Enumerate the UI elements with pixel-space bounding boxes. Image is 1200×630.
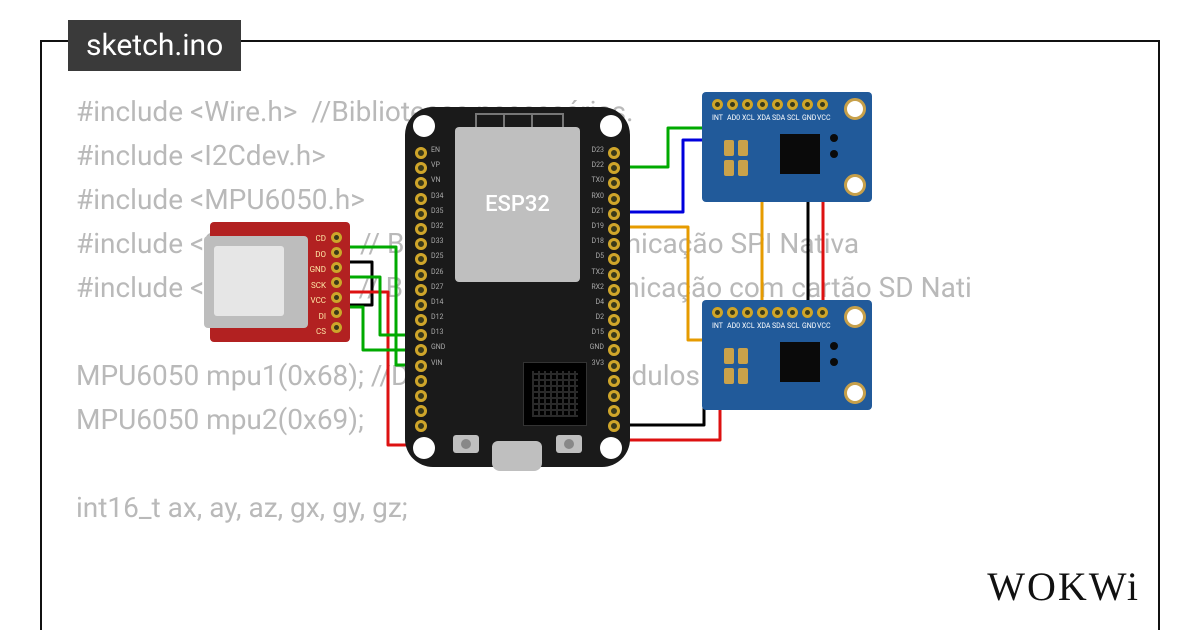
boot-button[interactable] bbox=[556, 435, 582, 453]
pin-header-left[interactable] bbox=[415, 147, 427, 432]
esp32-board[interactable]: ESP32 ENVPVND34D35D32D33D25D26D27D14D12D… bbox=[405, 107, 630, 467]
pin-labels-left: ENVPVND34D35D32D33D25D26D27D14D12D13GNDV… bbox=[431, 147, 445, 367]
mpu2-labels: INTAD0XCLXDASDASCLGNDVCC bbox=[712, 322, 828, 330]
mpu6050-module-2[interactable]: INTAD0XCLXDASDASCLGNDVCC bbox=[702, 300, 872, 410]
sd-labels: CDDOGNDSCKVCCDICS bbox=[310, 233, 326, 337]
usb-port-icon bbox=[492, 441, 542, 471]
pin-labels-right: D23D22TX0RX0D21D19D18D5TX2RX2D4D2D15GND3… bbox=[590, 147, 604, 367]
file-tab[interactable]: sketch.ino bbox=[68, 20, 241, 71]
wokwi-logo: WOKWi bbox=[987, 563, 1140, 610]
code-line: int16_t ax, ay, az, gx, gy, gz; bbox=[76, 491, 408, 524]
esp32-shield: ESP32 bbox=[455, 127, 580, 282]
mpu1-labels: INTAD0XCLXDASDASCLGNDVCC bbox=[712, 114, 828, 122]
mpu6050-module-1[interactable]: INTAD0XCLXDASDASCLGNDVCC bbox=[702, 92, 872, 202]
mpu2-pins[interactable] bbox=[712, 307, 828, 318]
code-line: #include <MPU6050.h> bbox=[76, 183, 365, 216]
chip-icon bbox=[523, 362, 587, 426]
chip-icon bbox=[780, 342, 820, 382]
code-line: MPU6050 mpu2(0x69); bbox=[76, 403, 364, 436]
mpu1-pins[interactable] bbox=[712, 99, 828, 110]
chip-icon bbox=[780, 134, 820, 174]
sd-slot-icon bbox=[204, 236, 308, 328]
sd-pins[interactable] bbox=[331, 232, 342, 333]
reset-button[interactable] bbox=[453, 435, 479, 453]
sd-card-module[interactable]: CDDOGNDSCKVCCDICS bbox=[210, 222, 350, 342]
pin-header-right[interactable] bbox=[608, 147, 620, 432]
code-line: #include <I2Cdev.h> bbox=[76, 139, 326, 172]
